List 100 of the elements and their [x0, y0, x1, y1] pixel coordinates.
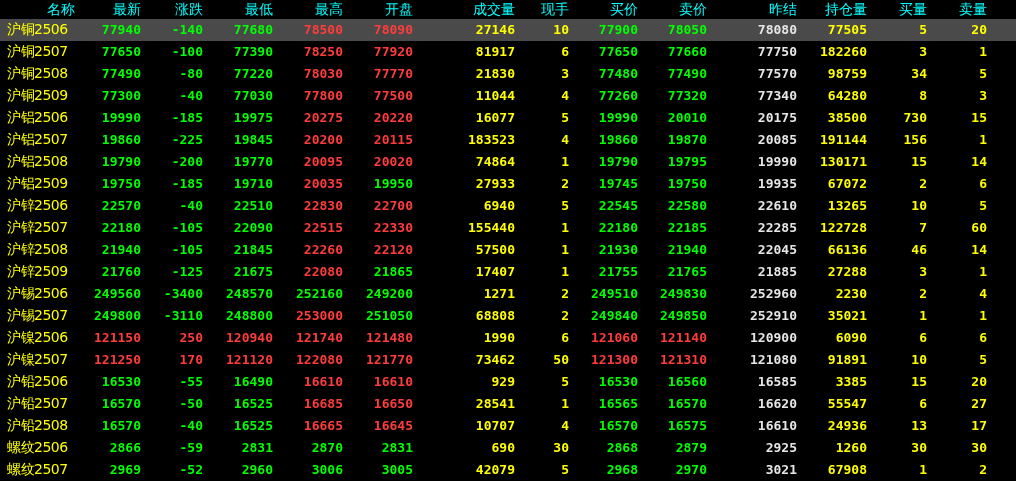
table-cell-text: 16570 [100, 418, 141, 434]
table-cell-text: 929 [490, 374, 515, 390]
column-header[interactable]: 最高 [273, 1, 343, 18]
table-cell-text: 20010 [666, 110, 707, 126]
table-cell-text: 13265 [826, 198, 867, 214]
table-cell-text: -140 [170, 22, 203, 38]
table-cell-text: 78250 [302, 44, 343, 60]
table-cell-text: -55 [178, 374, 203, 390]
contract-name: 沪锌2508 [6, 241, 69, 259]
table-cell-text: 68808 [474, 308, 515, 324]
contract-name: 沪锌2506 [6, 197, 69, 215]
column-header[interactable]: 昨结 [707, 1, 797, 18]
table-cell-text: 22330 [372, 220, 413, 236]
contract-name: 沪铜2506 [6, 21, 69, 39]
contract-name: 沪铅2507 [6, 395, 69, 413]
table-cell-text: 73462 [474, 352, 515, 368]
column-header[interactable]: 卖价 [638, 1, 707, 18]
column-header[interactable]: 买量 [867, 1, 927, 18]
table-cell-text: -200 [170, 154, 203, 170]
contract-name: 沪锌2509 [6, 263, 69, 281]
table-cell-text: 3021 [764, 462, 797, 478]
table-cell-text: -185 [170, 110, 203, 126]
table-cell-text: 19950 [372, 176, 413, 192]
table-cell-text: 20035 [302, 176, 343, 192]
table-cell-text: 21765 [666, 264, 707, 280]
table-cell-text: 20200 [302, 132, 343, 148]
table-cell-text: 1260 [834, 440, 867, 456]
contract-name: 沪铜2507 [6, 43, 69, 61]
table-cell-text: 1 [560, 242, 569, 258]
table-cell-text: 19790 [597, 154, 638, 170]
table-cell-text: 19990 [100, 110, 141, 126]
table-cell-text: 121120 [225, 352, 273, 368]
table-cell-text: 249200 [365, 286, 413, 302]
table-cell-text: 2831 [240, 440, 273, 456]
column-header[interactable]: 买价 [569, 1, 638, 18]
table-cell-text: -40 [178, 88, 203, 104]
table-cell-text: 20115 [372, 132, 413, 148]
table-cell-text: 120900 [749, 330, 797, 346]
table-cell-text: 19710 [232, 176, 273, 192]
table-cell-text: 16645 [372, 418, 413, 434]
table-cell-text: 22045 [756, 242, 797, 258]
column-header[interactable]: 名称 [0, 1, 75, 18]
table-cell-text: 28541 [474, 396, 515, 412]
table-cell-text: 3006 [310, 462, 343, 478]
table-cell-text: 16530 [597, 374, 638, 390]
contract-name: 沪镍2507 [6, 351, 69, 369]
table-cell-text: 77650 [597, 44, 638, 60]
table-cell-text: 3005 [380, 462, 413, 478]
table-cell-text: 22090 [232, 220, 273, 236]
table-cell-text: 64280 [826, 88, 867, 104]
table-cell-text: 6 [560, 44, 569, 60]
contract-name: 沪铝2509 [6, 175, 69, 193]
table-row[interactable]: 沪铜2506 77940 -140 77680 78500 78090 27146 10 77900 78050 78080 77505 5 20 [0, 19, 1016, 41]
table-cell-text: 19860 [597, 132, 638, 148]
table-cell-text: 20095 [302, 154, 343, 170]
table-cell-text: 15 [910, 374, 927, 390]
table-cell-text: 122728 [819, 220, 867, 236]
table-cell-text: 5 [918, 22, 927, 38]
column-header[interactable]: 卖量 [927, 1, 987, 18]
column-header[interactable]: 持仓量 [797, 1, 867, 18]
table-cell-text: 20 [970, 374, 987, 390]
table-cell-text: 22080 [302, 264, 343, 280]
table-cell-text: 60 [970, 220, 987, 236]
table-cell-text: 20020 [372, 154, 413, 170]
table-cell-text: 22580 [666, 198, 707, 214]
column-header[interactable]: 涨跌 [141, 1, 203, 18]
table-cell-text: 77390 [232, 44, 273, 60]
table-cell-text: 249800 [93, 308, 141, 324]
column-header[interactable]: 最低 [203, 1, 273, 18]
table-cell-text: 1 [978, 264, 987, 280]
contract-name: 沪铝2506 [6, 109, 69, 127]
column-header[interactable]: 开盘 [343, 1, 413, 18]
table-cell-text: 21885 [756, 264, 797, 280]
table-cell-text: 16650 [372, 396, 413, 412]
table-cell-text: 15 [910, 154, 927, 170]
table-cell-text: 2866 [108, 440, 141, 456]
column-header[interactable]: 最新 [75, 1, 141, 18]
column-header[interactable]: 成交量 [413, 1, 515, 18]
table-cell-text: -185 [170, 176, 203, 192]
table-cell-text: 155440 [467, 220, 515, 236]
table-cell-text: 121300 [590, 352, 638, 368]
table-cell-text: 253000 [295, 308, 343, 324]
table-cell-text: 16530 [100, 374, 141, 390]
table-cell-text: 122080 [295, 352, 343, 368]
table-cell-text: 6090 [834, 330, 867, 346]
table-cell-text: 2 [978, 462, 987, 478]
table-cell-text: 77800 [302, 88, 343, 104]
table-cell-text: -50 [178, 396, 203, 412]
table-cell-text: 19935 [756, 176, 797, 192]
table-cell-text: 730 [902, 110, 927, 126]
table-cell-text: 19795 [666, 154, 707, 170]
column-header[interactable]: 现手 [515, 1, 569, 18]
table-cell-text: 21755 [597, 264, 638, 280]
table-cell-text: 1 [560, 396, 569, 412]
table-cell-text: 34 [910, 66, 927, 82]
table-cell-text: 690 [490, 440, 515, 456]
table-cell-text: 19870 [666, 132, 707, 148]
table-cell-text: 77300 [100, 88, 141, 104]
table-cell-text: 55547 [826, 396, 867, 412]
table-cell-text: 121310 [659, 352, 707, 368]
